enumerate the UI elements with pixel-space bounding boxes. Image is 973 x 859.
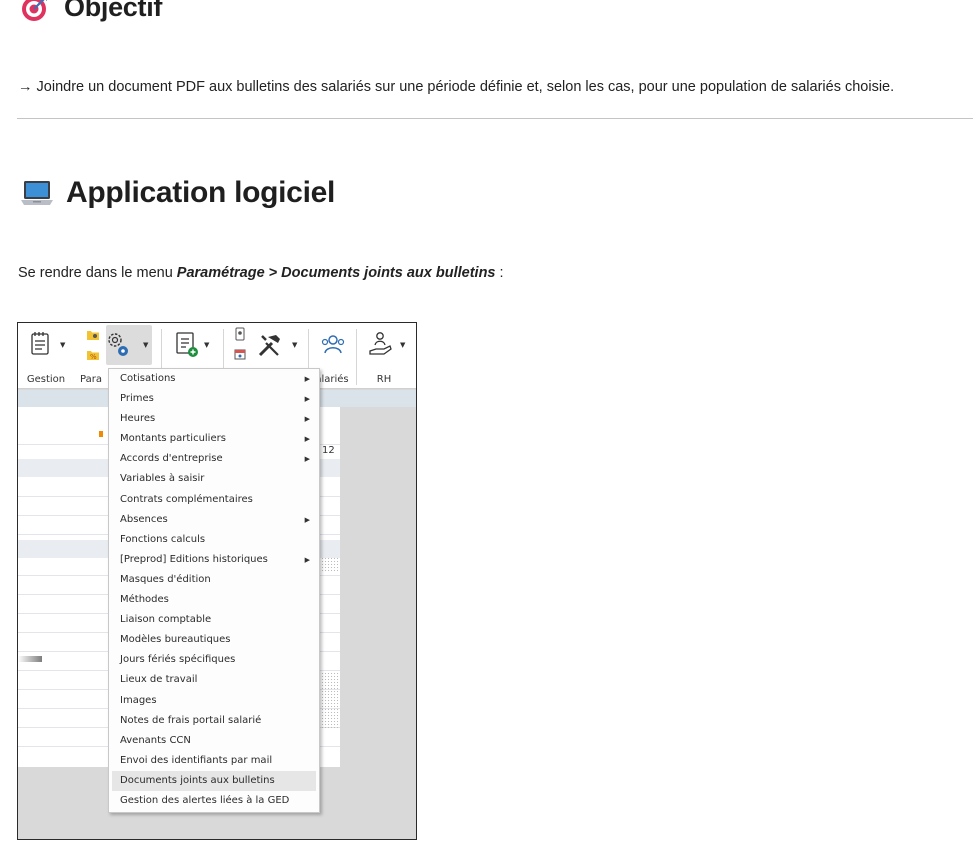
menu-item[interactable]: Variables à saisir xyxy=(109,469,319,489)
settings-gears-icon xyxy=(108,333,128,356)
menu-item[interactable]: Accords d'entreprise ▶ xyxy=(109,449,319,469)
ribbon-group-rh[interactable]: ▼ RH xyxy=(360,323,408,389)
submenu-arrow-icon: ▶ xyxy=(304,555,310,564)
objectif-heading: Objectif xyxy=(20,0,162,23)
calendar-eye-icon xyxy=(234,349,246,360)
target-icon xyxy=(22,0,47,21)
submenu-arrow-icon: ▶ xyxy=(304,395,310,404)
menu-item-label: [Preprod] Editions historiques xyxy=(120,553,268,565)
objectif-title: Objectif xyxy=(64,0,163,22)
objectif-text: → Joindre un document PDF aux bulletins … xyxy=(18,79,895,95)
menu-item[interactable]: Gestion des alertes liées à la GED xyxy=(109,791,319,811)
menu-item[interactable]: Lieux de travail xyxy=(109,670,319,690)
submenu-arrow-icon: ▶ xyxy=(304,375,310,383)
menu-item-label: Jours fériés spécifiques xyxy=(120,654,236,666)
svg-text:%: % xyxy=(90,353,97,361)
menu-item-label: Heures xyxy=(120,413,156,425)
menu-item-label: Lieux de travail xyxy=(120,674,198,686)
menu-item[interactable]: Envoi des identifiants par mail xyxy=(109,751,319,771)
menu-item-label: Variables à saisir xyxy=(120,473,205,485)
submenu-arrow-icon: ▶ xyxy=(304,515,310,524)
instruction-prefix: Se rendre dans le menu xyxy=(18,265,177,281)
submenu-arrow-icon: ▶ xyxy=(304,435,310,444)
application-title: Application logiciel xyxy=(66,176,336,209)
document-add-icon xyxy=(176,332,198,357)
menu-item-label: Documents joints aux bulletins xyxy=(120,774,275,786)
folder-percent-icon: % xyxy=(87,351,99,361)
menu-item-label: Modèles bureautiques xyxy=(120,634,231,646)
menu-item[interactable]: Contrats complémentaires xyxy=(109,490,319,510)
ribbon-label-gestion: Gestion xyxy=(26,374,66,385)
menu-path: Paramétrage > Documents joints aux bulle… xyxy=(176,265,496,281)
tools-icon xyxy=(258,335,280,357)
menu-item[interactable]: Masques d'édition xyxy=(109,570,319,590)
menu-item-label: Images xyxy=(120,694,157,706)
orange-marker xyxy=(99,431,103,437)
ribbon-label-rh: RH xyxy=(376,374,392,385)
ribbon-separator xyxy=(356,329,357,385)
menu-item-label: Masques d'édition xyxy=(120,573,211,585)
grid-header-value: 12 xyxy=(322,445,335,456)
menu-item-label: Montants particuliers xyxy=(120,433,226,445)
section-divider xyxy=(17,118,973,119)
menu-item-label: Contrats complémentaires xyxy=(120,493,253,505)
menu-item-label: Méthodes xyxy=(120,594,169,606)
menu-item-label: Absences xyxy=(120,513,168,525)
folder-eye-icon xyxy=(87,331,99,340)
hand-person-icon xyxy=(369,332,392,355)
laptop-icon xyxy=(21,181,53,205)
menu-item[interactable]: Heures ▶ xyxy=(109,409,319,429)
menu-item-label: Primes xyxy=(120,393,154,405)
menu-item[interactable]: Images xyxy=(109,691,319,711)
row-marker xyxy=(18,656,42,662)
menu-item-label: Avenants CCN xyxy=(120,734,191,746)
menu-item[interactable]: Avenants CCN xyxy=(109,731,319,751)
menu-item[interactable]: Absences ▶ xyxy=(109,510,319,530)
menu-item[interactable]: Méthodes xyxy=(109,590,319,610)
menu-item[interactable]: Liaison comptable xyxy=(109,610,319,630)
menu-item[interactable]: Primes ▶ xyxy=(109,389,319,409)
notepad-list-icon xyxy=(31,332,49,355)
menu-item-label: Envoi des identifiants par mail xyxy=(120,754,273,766)
menu-item[interactable]: Jours fériés spécifiques xyxy=(109,650,319,670)
menu-item[interactable]: Documents joints aux bulletins xyxy=(112,770,316,791)
menu-item[interactable]: Fonctions calculs xyxy=(109,530,319,550)
menu-item-label: Accords d'entreprise xyxy=(120,453,223,465)
submenu-arrow-icon: ▶ xyxy=(304,415,310,424)
menu-instruction: Se rendre dans le menu Paramétrage > Doc… xyxy=(18,265,504,281)
menu-item[interactable]: Notes de frais portail salarié xyxy=(109,711,319,731)
submenu-arrow-icon: ▶ xyxy=(304,455,310,464)
menu-item[interactable]: Cotisations ▶ xyxy=(109,369,319,389)
menu-item[interactable]: [Preprod] Editions historiques ▶ xyxy=(109,550,319,570)
badge-icon xyxy=(235,327,245,341)
application-heading: Application logiciel xyxy=(20,176,335,210)
menu-item-label: Cotisations xyxy=(120,373,176,384)
menu-item-label: Liaison comptable xyxy=(120,614,212,626)
menu-item[interactable]: Modèles bureautiques xyxy=(109,630,319,650)
software-screenshot: ▼ Gestion % ▼ Para ▼ ▼ alariés ▼ RH 12 C… xyxy=(17,322,417,840)
menu-item[interactable]: Montants particuliers ▶ xyxy=(109,429,319,449)
menu-item-label: Notes de frais portail salarié xyxy=(120,714,262,726)
menu-item-label: Gestion des alertes liées à la GED xyxy=(120,794,290,806)
people-icon xyxy=(321,335,345,354)
parametrage-dropdown-menu[interactable]: Cotisations ▶ Primes ▶ Heures ▶ Montants parti… xyxy=(108,368,320,813)
menu-item-label: Fonctions calculs xyxy=(120,533,206,545)
instruction-suffix: : xyxy=(495,265,504,281)
ribbon-group-gestion[interactable]: ▼ Gestion xyxy=(22,323,70,389)
